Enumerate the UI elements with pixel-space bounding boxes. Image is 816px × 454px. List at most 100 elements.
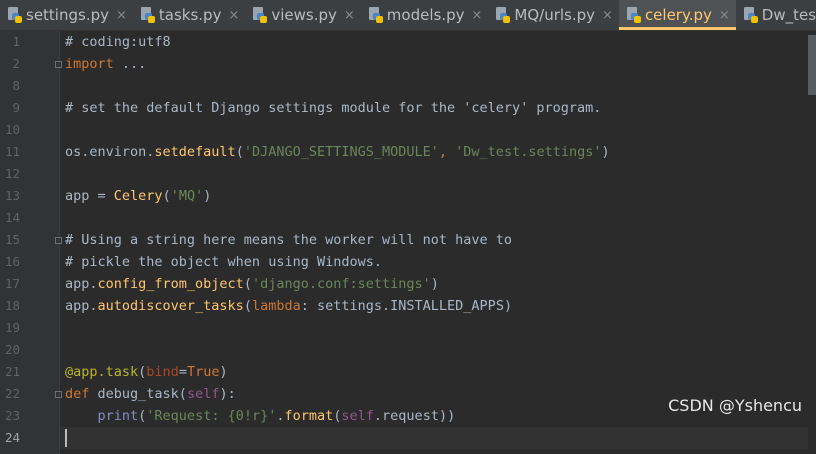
line-number[interactable]: 13 bbox=[0, 185, 20, 207]
tab-tasks-py[interactable]: tasks.py × bbox=[133, 0, 245, 30]
watermark-text: CSDN @Yshencu bbox=[668, 396, 802, 415]
code-token-keyword: def bbox=[65, 386, 98, 402]
code-token-plain: ) bbox=[219, 364, 228, 380]
python-file-icon bbox=[743, 7, 758, 23]
line-number[interactable]: 18 bbox=[0, 295, 20, 317]
code-token-keyword: , bbox=[438, 144, 456, 160]
python-file-icon bbox=[253, 7, 268, 23]
line-number[interactable]: 12 bbox=[0, 163, 20, 185]
line-number[interactable]: 1 bbox=[0, 31, 20, 53]
code-line[interactable]: @app.task(bind=True) bbox=[65, 361, 228, 383]
line-number[interactable]: 22 bbox=[0, 383, 20, 405]
line-number[interactable]: 20 bbox=[0, 339, 20, 361]
code-token-comment: # coding:utf8 bbox=[65, 34, 171, 50]
code-token-decorator: @app.task bbox=[65, 364, 139, 380]
code-token-string: 'Request: {0!r}' bbox=[146, 408, 277, 424]
code-line[interactable]: app = Celery('MQ') bbox=[65, 185, 211, 207]
code-line[interactable]: import ... bbox=[65, 53, 146, 75]
line-number[interactable]: 23 bbox=[0, 405, 20, 427]
tab-label: Dw_test/ur bbox=[761, 6, 816, 24]
line-number[interactable]: 2 bbox=[0, 53, 20, 75]
code-token-plain: app. bbox=[65, 276, 98, 292]
tab-label: tasks.py bbox=[158, 6, 222, 24]
code-token-string: 'MQ' bbox=[170, 188, 204, 204]
code-line[interactable]: # set the default Django settings module… bbox=[65, 97, 601, 119]
code-token-builtin: print bbox=[97, 408, 139, 424]
python-file-icon bbox=[368, 7, 383, 23]
text-caret bbox=[65, 429, 67, 447]
line-number[interactable]: 14 bbox=[0, 207, 20, 229]
python-file-icon bbox=[626, 7, 641, 23]
code-token-comment: # set the default Django settings module… bbox=[65, 100, 602, 116]
vertical-scrollbar[interactable] bbox=[808, 31, 816, 454]
line-number-gutter[interactable]: 1 2 8 9 10 11 12 13 14 15 16 17 18 19 20 21 22 23 24 bbox=[0, 31, 62, 454]
code-line[interactable]: app.autodiscover_tasks(lambda: settings.… bbox=[65, 295, 512, 317]
fold-marker-icon[interactable] bbox=[55, 391, 62, 398]
close-tab-icon[interactable]: × bbox=[602, 8, 613, 23]
code-token-plain: app = bbox=[65, 188, 114, 204]
close-tab-icon[interactable]: × bbox=[228, 8, 239, 23]
line-number[interactable]: 10 bbox=[0, 119, 20, 141]
tab-views-py[interactable]: views.py × bbox=[245, 0, 360, 30]
code-token-keyword: lambda bbox=[251, 298, 301, 314]
code-token-plain: ) bbox=[430, 276, 439, 292]
code-token-self: self bbox=[186, 386, 220, 402]
tab-dw-test-ur[interactable]: Dw_test/ur bbox=[736, 0, 816, 30]
tab-mq-urls-py[interactable]: MQ/urls.py × bbox=[488, 0, 619, 30]
fold-marker-icon[interactable] bbox=[55, 237, 62, 244]
code-line[interactable]: print('Request: {0!r}'.format(self.reque… bbox=[65, 405, 456, 427]
tab-celery-py[interactable]: celery.py × bbox=[618, 0, 736, 30]
tab-settings-py[interactable]: settings.py × bbox=[0, 0, 133, 30]
code-token-string: 'Dw_test.settings' bbox=[455, 144, 602, 160]
python-file-icon bbox=[496, 7, 511, 23]
code-token-plain: debug_task bbox=[97, 386, 179, 402]
code-token-plain: .request)) bbox=[373, 408, 456, 424]
tab-label: MQ/urls.py bbox=[514, 6, 596, 24]
code-token-plain: ... bbox=[121, 56, 147, 72]
code-line[interactable]: def debug_task(self): bbox=[65, 383, 236, 405]
current-line-highlight bbox=[0, 427, 816, 449]
line-number[interactable]: 21 bbox=[0, 361, 20, 383]
code-token-plain: ( bbox=[243, 276, 252, 292]
fold-marker-icon[interactable] bbox=[55, 61, 62, 68]
code-token-plain: os.environ. bbox=[65, 144, 155, 160]
scrollbar-thumb[interactable] bbox=[808, 35, 816, 95]
tab-models-py[interactable]: models.py × bbox=[361, 0, 489, 30]
code-token-self: self bbox=[341, 408, 374, 424]
line-number[interactable]: 11 bbox=[0, 141, 20, 163]
line-number[interactable]: 16 bbox=[0, 251, 20, 273]
close-tab-icon[interactable]: × bbox=[472, 8, 483, 23]
code-token-fn: autodiscover_tasks bbox=[97, 298, 244, 314]
close-tab-icon[interactable]: × bbox=[344, 8, 355, 23]
code-line[interactable]: os.environ.setdefault('DJANGO_SETTINGS_M… bbox=[65, 141, 610, 163]
line-number[interactable]: 19 bbox=[0, 317, 20, 339]
code-token-plain: ) bbox=[601, 144, 610, 160]
tab-label: settings.py bbox=[26, 6, 109, 24]
code-token-plain: app. bbox=[65, 298, 98, 314]
close-tab-icon[interactable]: × bbox=[719, 8, 730, 23]
code-token-keyword: import bbox=[65, 56, 122, 72]
line-number[interactable]: 24 bbox=[0, 427, 20, 449]
code-token-plain: ( bbox=[162, 188, 171, 204]
code-token-plain: ( bbox=[178, 386, 187, 402]
close-tab-icon[interactable]: × bbox=[116, 8, 127, 23]
code-token-string: 'django.conf:settings' bbox=[251, 276, 431, 292]
code-editor[interactable]: 1 2 8 9 10 11 12 13 14 15 16 17 18 19 20 21 22 23 24 # cod… bbox=[0, 31, 816, 454]
code-line[interactable]: # pickle the object when using Windows. bbox=[65, 251, 382, 273]
tab-label: celery.py bbox=[644, 6, 712, 24]
tab-label: views.py bbox=[271, 6, 337, 24]
python-file-icon bbox=[8, 7, 22, 23]
line-number[interactable]: 9 bbox=[0, 97, 20, 119]
line-number[interactable]: 8 bbox=[0, 75, 20, 97]
code-token-plain: : settings.INSTALLED_APPS) bbox=[300, 298, 513, 314]
code-line[interactable]: # coding:utf8 bbox=[65, 31, 171, 53]
line-number[interactable]: 17 bbox=[0, 273, 20, 295]
code-line[interactable]: app.config_from_object('django.conf:sett… bbox=[65, 273, 439, 295]
code-token-keyword: True bbox=[186, 364, 220, 380]
code-token-fn: setdefault bbox=[154, 144, 236, 160]
code-token-param: bind bbox=[146, 364, 179, 380]
line-number[interactable]: 15 bbox=[0, 229, 20, 251]
code-token-comment: # pickle the object when using Windows. bbox=[65, 254, 382, 270]
code-line[interactable]: # Using a string here means the worker w… bbox=[65, 229, 512, 251]
